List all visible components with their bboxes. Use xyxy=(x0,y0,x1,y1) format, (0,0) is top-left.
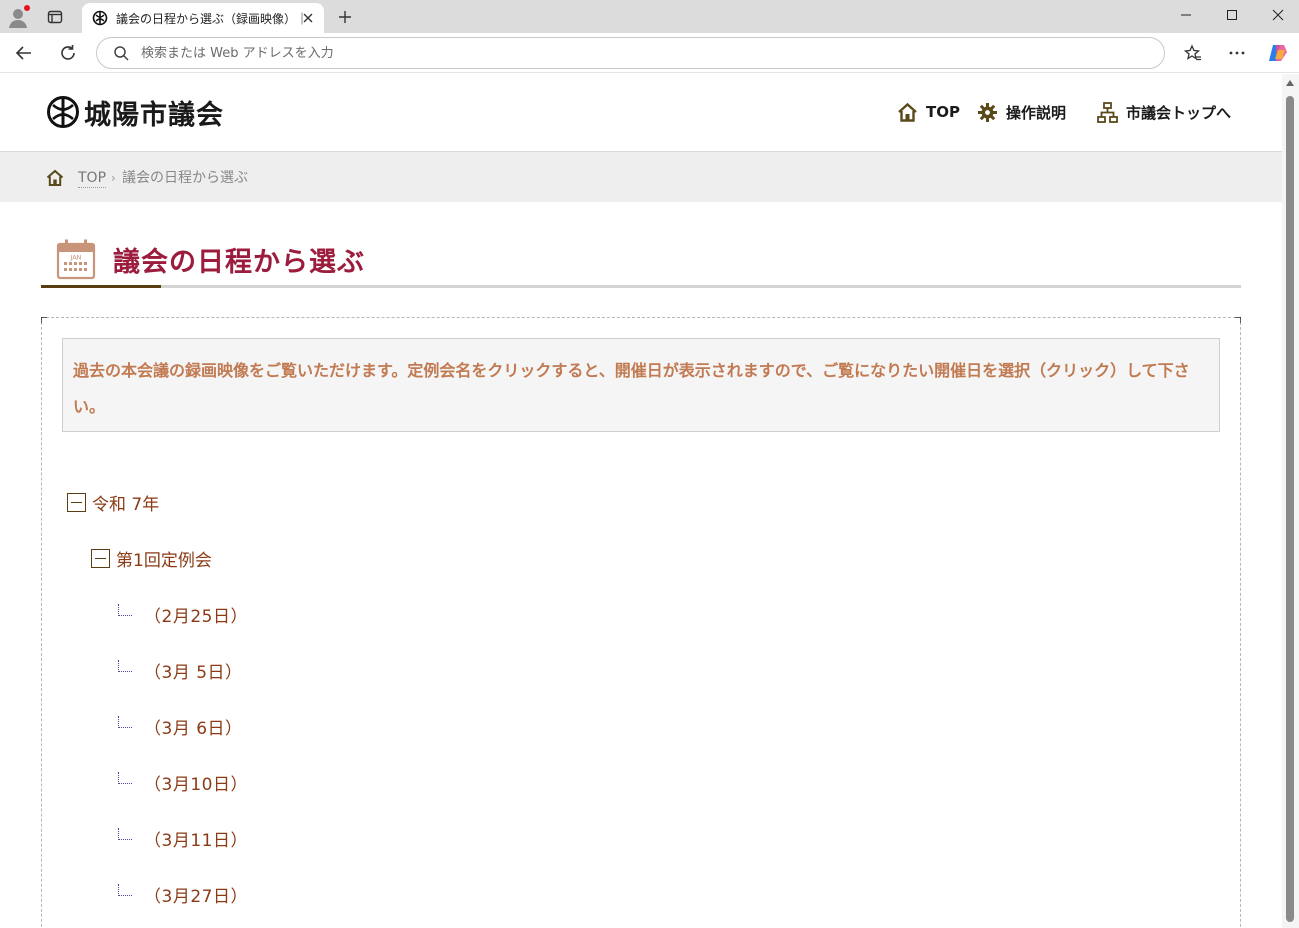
maximize-icon[interactable] xyxy=(1209,0,1255,30)
minimize-icon[interactable] xyxy=(1163,0,1209,30)
sitemap-icon xyxy=(1097,101,1118,123)
tree-branch-line xyxy=(118,883,132,896)
site-logo[interactable]: 城陽市議会 xyxy=(46,94,224,131)
tree-branch-line xyxy=(118,603,132,616)
tree-date-link[interactable]: （3月11日） xyxy=(144,826,248,851)
favorites-icon[interactable] xyxy=(1181,41,1205,65)
notification-dot-icon xyxy=(24,5,30,11)
refresh-icon[interactable] xyxy=(56,41,80,65)
nav-top[interactable]: TOP xyxy=(897,100,960,124)
tree-branch-line xyxy=(118,659,132,672)
tree-branch-line xyxy=(118,827,132,840)
back-arrow-icon[interactable] xyxy=(12,41,36,65)
breadcrumb-top-link[interactable]: TOP xyxy=(78,169,107,188)
city-emblem-icon xyxy=(47,96,79,128)
window-close-icon[interactable] xyxy=(1255,0,1299,30)
corner-mark-tl xyxy=(41,317,47,323)
tree-date-item[interactable]: （3月27日） xyxy=(118,882,248,907)
browser-tab-bar: 議会の日程から選ぶ（録画映像）｜ xyxy=(0,0,1299,33)
nav-council-top[interactable]: 市議会トップへ xyxy=(1097,100,1231,124)
tree-session-node[interactable]: 第1回定例会 xyxy=(91,546,212,571)
scrollbar-thumb[interactable] xyxy=(1286,96,1294,922)
address-input[interactable] xyxy=(141,45,1041,61)
tree-date-item[interactable]: （3月 6日） xyxy=(118,714,243,739)
breadcrumb-home-icon[interactable] xyxy=(46,169,64,187)
page-title: 議会の日程から選ぶ xyxy=(113,247,365,278)
tree-date-link[interactable]: （3月10日） xyxy=(144,770,248,795)
breadcrumb-current: 議会の日程から選ぶ xyxy=(122,170,248,186)
breadcrumb-separator: › xyxy=(111,171,116,185)
home-icon xyxy=(898,102,917,122)
site-header: 城陽市議会 TOP 操作説明 市議会トップへ xyxy=(0,74,1282,151)
site-favicon-icon xyxy=(92,10,108,26)
schedule-content-box: 過去の本会議の録画映像をご覧いただけます。定例会名をクリックすると、開催日が表示… xyxy=(41,317,1241,928)
tree-branch-line xyxy=(118,715,132,728)
page-title-block: JAN 議会の日程から選ぶ xyxy=(41,234,1241,288)
tree-date-item[interactable]: （3月11日） xyxy=(118,826,248,851)
tree-date-item[interactable]: （3月 5日） xyxy=(118,658,243,683)
nav-instructions[interactable]: 操作説明 xyxy=(977,100,1066,124)
browser-toolbar xyxy=(0,33,1299,73)
tree-date-item[interactable]: （3月10日） xyxy=(118,770,248,795)
web-page: 城陽市議会 TOP 操作説明 市議会トップへ TOP › 議会の日程から選ぶ J… xyxy=(0,74,1282,928)
tree-date-link[interactable]: （3月27日） xyxy=(144,882,248,907)
logo-text: 城陽市議会 xyxy=(84,99,224,131)
calendar-icon: JAN xyxy=(56,239,96,280)
new-tab-icon[interactable] xyxy=(334,6,356,28)
tree-date-link[interactable]: （3月 5日） xyxy=(144,658,243,683)
tree-session-label[interactable]: 第1回定例会 xyxy=(116,546,212,571)
more-menu-icon[interactable] xyxy=(1225,41,1249,65)
collapse-toggle-icon[interactable] xyxy=(67,493,86,512)
tree-branch-line xyxy=(118,771,132,784)
corner-mark-tr xyxy=(1235,317,1241,323)
scroll-up-arrow-icon[interactable] xyxy=(1286,80,1294,86)
browser-tab-active[interactable]: 議会の日程から選ぶ（録画映像）｜ xyxy=(82,3,324,33)
nav-top-label: TOP xyxy=(926,103,960,121)
breadcrumb: TOP › 議会の日程から選ぶ xyxy=(0,151,1282,202)
tab-close-icon[interactable] xyxy=(300,10,316,26)
tree-date-item[interactable]: （2月25日） xyxy=(118,602,248,627)
tree-year-label[interactable]: 令和 7年 xyxy=(92,490,159,515)
tab-title: 議会の日程から選ぶ（録画映像）｜ xyxy=(116,11,306,26)
nav-instructions-label: 操作説明 xyxy=(1006,103,1067,122)
collapse-toggle-icon[interactable] xyxy=(91,549,110,568)
address-bar[interactable] xyxy=(96,37,1165,69)
title-accent-bar xyxy=(41,285,161,288)
tree-date-link[interactable]: （2月25日） xyxy=(144,602,248,627)
tree-date-link[interactable]: （3月 6日） xyxy=(144,714,243,739)
nav-council-top-label: 市議会トップへ xyxy=(1126,103,1232,122)
page-scrollbar[interactable] xyxy=(1282,74,1299,928)
instruction-notice: 過去の本会議の録画映像をご覧いただけます。定例会名をクリックすると、開催日が表示… xyxy=(62,338,1220,432)
tab-actions-icon[interactable] xyxy=(44,6,66,28)
search-icon xyxy=(114,46,129,61)
copilot-icon[interactable] xyxy=(1266,41,1290,65)
gear-icon xyxy=(978,102,997,122)
calendar-month-label: JAN xyxy=(69,254,81,262)
tree-year-node[interactable]: 令和 7年 xyxy=(67,490,159,515)
notice-text: 過去の本会議の録画映像をご覧いただけます。定例会名をクリックすると、開催日が表示… xyxy=(73,361,1190,416)
